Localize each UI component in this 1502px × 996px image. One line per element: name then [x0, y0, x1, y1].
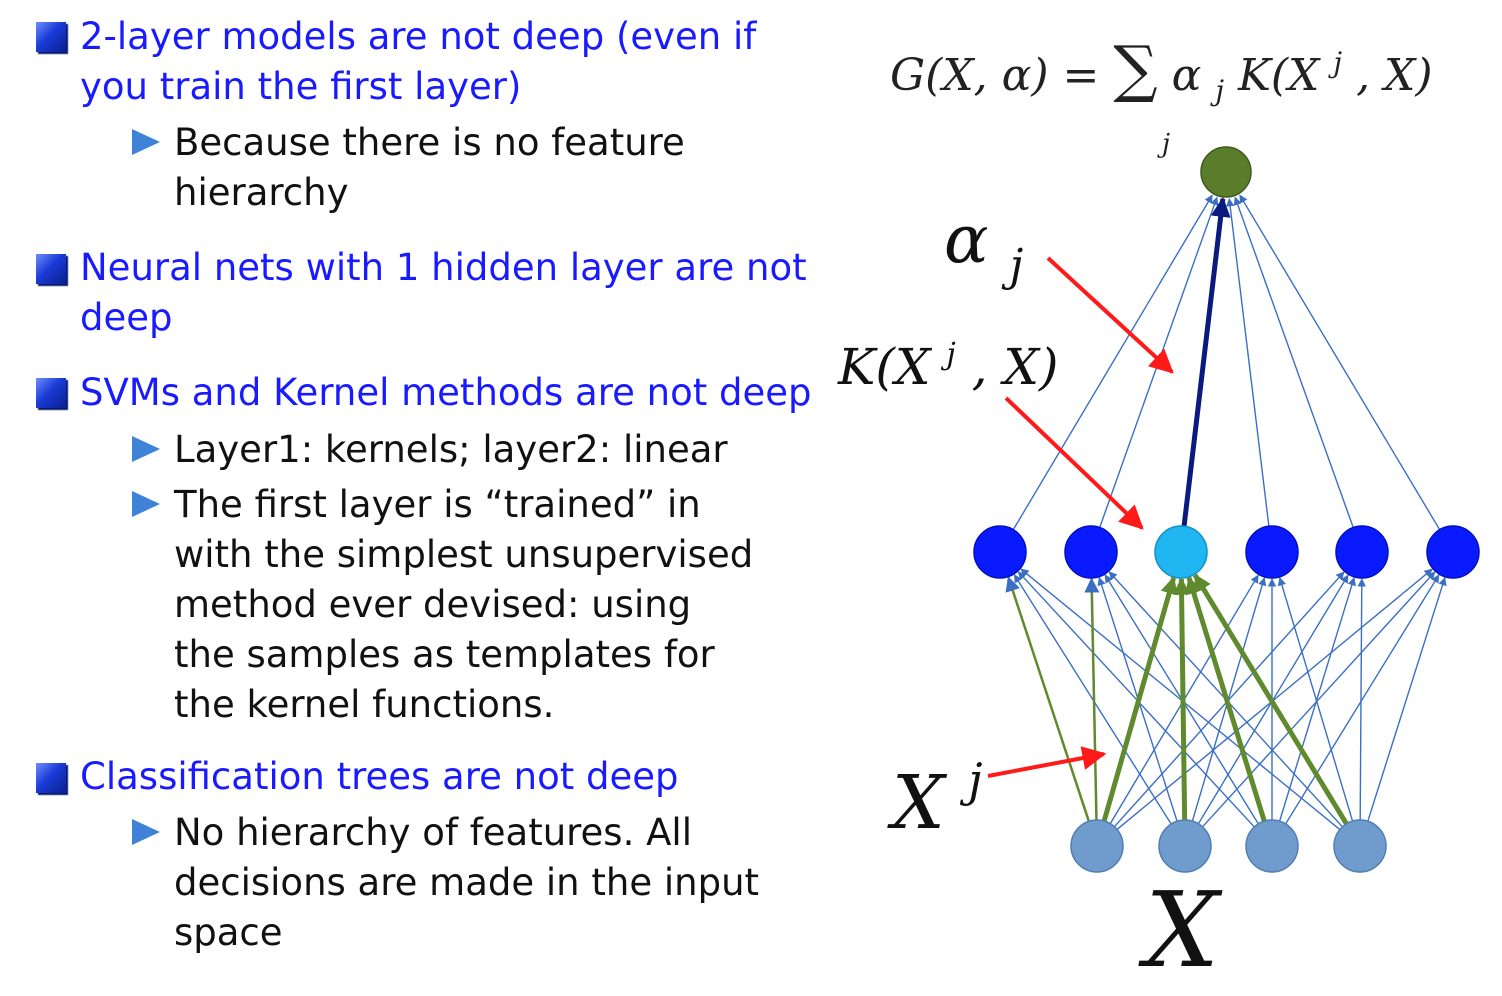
- slide: 2-layer models are not deep (even if you…: [0, 0, 1502, 996]
- hidden-output-edge: [1233, 196, 1354, 528]
- kernel-hidden-node: [1154, 525, 1208, 579]
- kernel-label: K(X j , X): [837, 318, 1058, 396]
- bullet-heading-line: Classification trees are not deep: [80, 755, 679, 798]
- sub-bullet-line: space: [174, 911, 283, 954]
- formula-alpha: α: [1172, 50, 1202, 101]
- xj-label-x: X: [887, 760, 948, 846]
- input-node: [1070, 819, 1124, 873]
- sub-bullet-4-1: No hierarchy of features. All decisions …: [174, 808, 854, 958]
- alpha-label-symbol: α: [944, 201, 989, 278]
- xj-annotation-arrow: [987, 746, 1107, 778]
- kernel-label-end: , X): [972, 338, 1059, 396]
- sub-bullet-line: the samples as templates for: [174, 633, 715, 676]
- bullet-heading-line: Neural nets with 1 hidden layer are not: [80, 246, 807, 289]
- sub-bullet-triangle-icon: [132, 436, 160, 462]
- xj-label-sup: j: [959, 753, 982, 807]
- bullet-square-icon: [36, 378, 66, 408]
- formula-alpha-sub: j: [1209, 74, 1224, 107]
- bullet-heading-2: Neural nets with 1 hidden layer are not …: [80, 243, 840, 343]
- alpha-label-sub: j: [1001, 240, 1024, 291]
- template-edge: [1101, 576, 1178, 822]
- sub-bullet-triangle-icon: [132, 819, 160, 845]
- sub-bullet-line: The first layer is “trained” in: [174, 483, 701, 526]
- sub-bullet-triangle-icon: [132, 491, 160, 517]
- template-edge: [1172, 577, 1191, 821]
- sub-bullet-line: hierarchy: [174, 171, 349, 214]
- bullet-square-icon: [36, 254, 66, 284]
- sub-bullet-line: No hierarchy of features. All: [174, 811, 692, 854]
- x-input-label: X: [1138, 869, 1223, 991]
- bullet-square-icon: [36, 763, 66, 793]
- hidden-node: [1245, 525, 1299, 579]
- hidden-node: [1335, 525, 1389, 579]
- formula: G(X, α) = ∑ α j K(X j , X): [890, 32, 1433, 111]
- bullet-list: 2-layer models are not deep (even if you…: [0, 0, 840, 996]
- formula-sum-subscript: j: [1157, 129, 1170, 159]
- hidden-node: [1426, 525, 1480, 579]
- sub-bullet-line: with the simplest unsupervised: [174, 533, 754, 576]
- input-hidden-edge: [1367, 576, 1447, 822]
- kernel-label-k: K(X: [837, 338, 933, 396]
- bullet-heading-line: SVMs and Kernel methods are not deep: [80, 371, 812, 414]
- formula-sum: ∑: [1113, 32, 1157, 105]
- hidden-output-edge: [1225, 197, 1270, 527]
- annotation-arrows: [987, 256, 1174, 778]
- formula-kernel-sup: j: [1327, 46, 1342, 79]
- formula-lhs: G(X, α) =: [890, 50, 1113, 101]
- input-node: [1333, 819, 1387, 873]
- sub-bullet-3-2: The first layer is “trained” in with the…: [174, 480, 854, 730]
- bullet-heading-line: deep: [80, 296, 173, 339]
- bullet-heading-4: Classification trees are not deep: [80, 752, 840, 802]
- kernel-label-sup: j: [940, 337, 955, 372]
- hidden-node: [1064, 525, 1118, 579]
- network-diagram: G(X, α) = ∑ α j K(X j , X) j α j K(X j ,…: [820, 0, 1502, 996]
- xj-label: X j: [887, 753, 982, 846]
- input-node: [1245, 819, 1299, 873]
- input-node: [1158, 819, 1212, 873]
- sub-bullet-line: method ever devised: using: [174, 583, 692, 626]
- hidden-output-edge: [1099, 196, 1219, 528]
- sub-bullet-line: decisions are made in the input: [174, 861, 760, 904]
- formula-end: , X): [1356, 50, 1432, 101]
- sub-bullet-3-1: Layer1: kernels; layer2: linear: [174, 425, 854, 475]
- sub-bullet-line: Layer1: kernels; layer2: linear: [174, 428, 728, 471]
- alpha-weight-edge: [1181, 196, 1231, 527]
- edges-group: [1005, 194, 1447, 831]
- hidden-node: [973, 525, 1027, 579]
- bullet-heading-3: SVMs and Kernel methods are not deep: [80, 368, 840, 418]
- network-diagram-svg: G(X, α) = ∑ α j K(X j , X) j α j K(X j ,…: [837, 32, 1480, 991]
- alpha-label: α j: [944, 201, 1023, 291]
- formula-kernel: K(X: [1237, 50, 1321, 101]
- bullet-heading-1: 2-layer models are not deep (even if you…: [80, 12, 840, 112]
- sub-bullet-line: the kernel functions.: [174, 683, 555, 726]
- sub-bullet-line: Because there is no feature: [174, 121, 685, 164]
- bullet-square-icon: [36, 22, 66, 52]
- sub-bullet-triangle-icon: [132, 129, 160, 155]
- hidden-output-edge: [1239, 194, 1441, 531]
- input-hidden-edge: [1357, 578, 1366, 821]
- bullet-heading-line: 2-layer models are not deep (even if: [80, 15, 757, 58]
- sub-bullet-1-1: Because there is no feature hierarchy: [174, 118, 854, 218]
- output-node: [1200, 146, 1252, 198]
- alpha-annotation-arrow: [1046, 256, 1174, 374]
- bullet-heading-line: you train the first layer): [80, 65, 522, 108]
